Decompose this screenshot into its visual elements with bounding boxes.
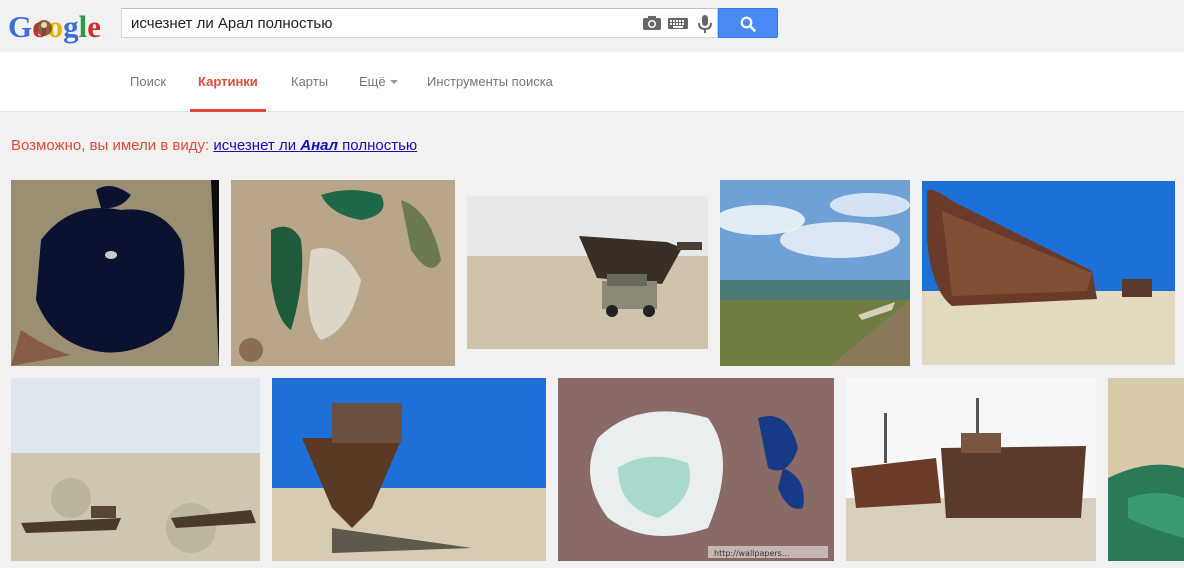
suggestion-bold: Анал	[300, 137, 339, 154]
image-result[interactable]	[720, 180, 910, 366]
tab-search-tools[interactable]: Инструменты поиска	[427, 52, 553, 112]
image-result[interactable]	[11, 378, 260, 561]
search-button[interactable]	[718, 8, 778, 38]
suggestion-link[interactable]: исчезнет ли Анал полностью	[213, 137, 417, 154]
microphone-icon[interactable]	[695, 15, 715, 33]
tab-images[interactable]: Картинки	[190, 52, 266, 112]
image-result[interactable]	[231, 180, 455, 366]
tab-label: Поиск	[130, 74, 167, 89]
tab-label: Инструменты поиска	[427, 74, 553, 89]
search-nav: Поиск Картинки Карты Ещё Инструменты пои…	[0, 52, 1184, 112]
tab-search[interactable]: Поиск	[130, 52, 166, 112]
svg-text:Google: Google	[8, 9, 100, 44]
suggestion-text: полностью	[338, 137, 418, 154]
image-result[interactable]	[846, 378, 1096, 561]
spelling-suggestion: Возможно, вы имели в виду: исчезнет ли А…	[11, 137, 417, 154]
watermark: http://wallpapers...	[714, 549, 789, 558]
image-result[interactable]	[467, 196, 708, 349]
tab-label: Карты	[291, 74, 329, 89]
image-result[interactable]: http://wallpapers...	[558, 378, 834, 561]
search-icon	[740, 16, 756, 32]
tab-label: Картинки	[198, 74, 258, 89]
tab-label: Ещё	[359, 74, 386, 89]
suggestion-prefix: Возможно, вы имели в виду:	[11, 137, 210, 154]
tab-maps[interactable]: Карты	[291, 52, 328, 112]
tab-more[interactable]: Ещё	[359, 52, 398, 112]
suggestion-text: исчезнет ли	[213, 137, 301, 154]
image-result[interactable]	[272, 378, 546, 561]
google-logo[interactable]: Google	[8, 6, 101, 46]
image-result[interactable]	[11, 180, 219, 366]
image-result[interactable]	[1108, 378, 1184, 561]
keyboard-icon[interactable]	[668, 15, 688, 31]
search-box	[121, 8, 718, 38]
active-tab-indicator	[190, 109, 266, 112]
caret-down-icon	[389, 79, 398, 84]
search-input[interactable]	[122, 9, 632, 37]
camera-icon[interactable]	[642, 15, 662, 31]
header: Google	[0, 0, 1184, 52]
image-result[interactable]	[922, 181, 1175, 365]
